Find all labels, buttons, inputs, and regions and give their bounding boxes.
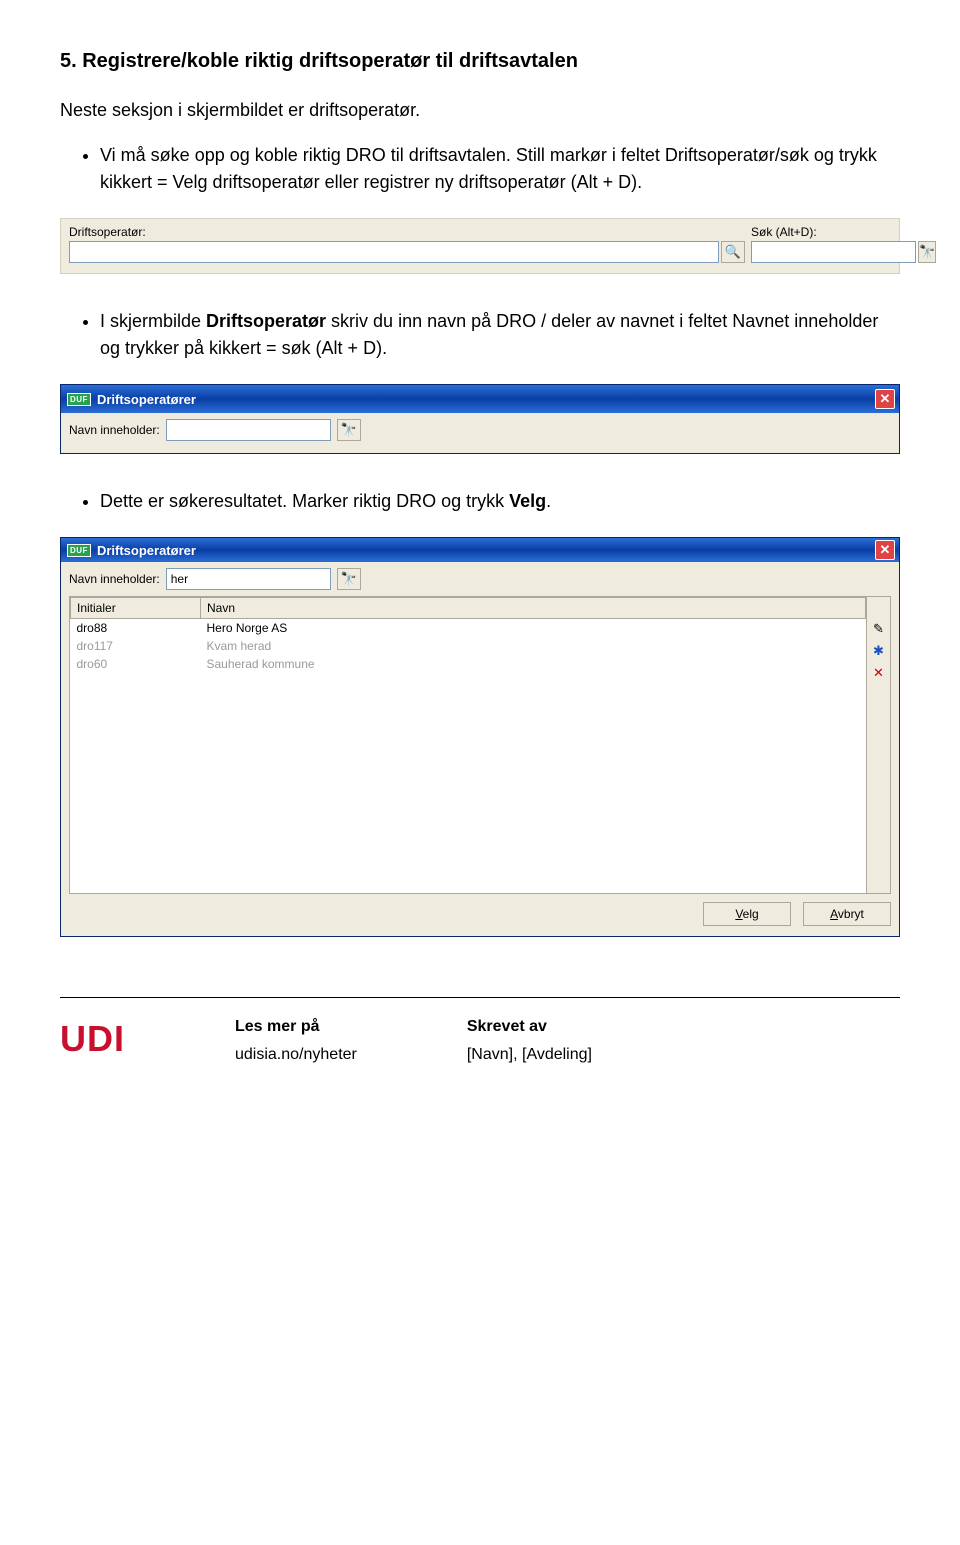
footer-col2-heading: Skrevet av: [467, 1018, 592, 1036]
close-icon[interactable]: ✕: [875, 389, 895, 409]
table-row[interactable]: dro117Kvam herad: [71, 637, 866, 655]
cell-navn: Hero Norge AS: [201, 619, 866, 638]
close-icon[interactable]: ✕: [875, 540, 895, 560]
cell-initialer: dro117: [71, 637, 201, 655]
table-row[interactable]: dro60Sauherad kommune: [71, 655, 866, 673]
binoculars-icon[interactable]: 🔭: [918, 241, 936, 263]
window-title: Driftsoperatører: [97, 543, 196, 558]
footer-col1-heading: Les mer på: [235, 1018, 357, 1036]
intro-text: Neste seksjon i skjermbildet er driftsop…: [60, 97, 900, 124]
window-titlebar: DUF Driftsoperatører ✕: [61, 385, 899, 413]
navn-inneholder-label: Navn inneholder:: [69, 423, 160, 437]
screenshot-driftsoperatorer-results: DUF Driftsoperatører ✕ Navn inneholder: …: [60, 537, 900, 937]
table-row[interactable]: dro88Hero Norge AS: [71, 619, 866, 638]
navn-inneholder-input[interactable]: [166, 568, 331, 590]
magnifier-icon[interactable]: 🔍: [721, 241, 745, 263]
screenshot-driftsoperatorer-empty: DUF Driftsoperatører ✕ Navn inneholder: …: [60, 384, 900, 454]
footer-col2-value: [Navn], [Avdeling]: [467, 1046, 592, 1064]
page-footer: UDI Les mer på udisia.no/nyheter Skrevet…: [60, 1018, 900, 1064]
cell-initialer: dro60: [71, 655, 201, 673]
screenshot-driftsoperator-field: Driftsoperatør: 🔍 Søk (Alt+D): 🔭: [60, 218, 900, 274]
star-icon[interactable]: ✱: [871, 643, 887, 659]
navn-inneholder-input[interactable]: [166, 419, 331, 441]
navn-inneholder-label: Navn inneholder:: [69, 572, 160, 586]
cell-navn: Sauherad kommune: [201, 655, 866, 673]
driftsoperator-input[interactable]: [69, 241, 719, 263]
footer-divider: [60, 997, 900, 998]
bullet-3: Dette er søkeresultatet. Marker riktig D…: [100, 488, 900, 515]
cell-initialer: dro88: [71, 619, 201, 638]
grid-action-bar: ✎ ✱ ✕: [866, 597, 890, 893]
sok-input[interactable]: [751, 241, 916, 263]
window-title: Driftsoperatører: [97, 392, 196, 407]
bullet-1: Vi må søke opp og koble riktig DRO til d…: [100, 142, 900, 196]
binoculars-icon[interactable]: 🔭: [337, 568, 361, 590]
duf-badge: DUF: [67, 393, 91, 406]
velg-button[interactable]: Velg: [703, 902, 791, 926]
pencil-icon[interactable]: ✎: [871, 621, 887, 637]
udi-logo: UDI: [60, 1018, 125, 1060]
delete-icon[interactable]: ✕: [871, 665, 887, 681]
cell-navn: Kvam herad: [201, 637, 866, 655]
label-sok: Søk (Alt+D):: [751, 225, 891, 239]
results-table: Initialer Navn dro88Hero Norge ASdro117K…: [70, 597, 866, 893]
col-initialer[interactable]: Initialer: [71, 598, 201, 619]
avbryt-button[interactable]: Avbryt: [803, 902, 891, 926]
bullet-2: I skjermbilde Driftsoperatør skriv du in…: [100, 308, 900, 362]
footer-col1-value: udisia.no/nyheter: [235, 1046, 357, 1064]
col-navn[interactable]: Navn: [201, 598, 866, 619]
duf-badge: DUF: [67, 544, 91, 557]
label-driftsoperator: Driftsoperatør:: [69, 225, 745, 239]
section-heading: 5. Registrere/koble riktig driftsoperatø…: [60, 50, 900, 73]
binoculars-icon[interactable]: 🔭: [337, 419, 361, 441]
window-titlebar: DUF Driftsoperatører ✕: [61, 538, 899, 562]
